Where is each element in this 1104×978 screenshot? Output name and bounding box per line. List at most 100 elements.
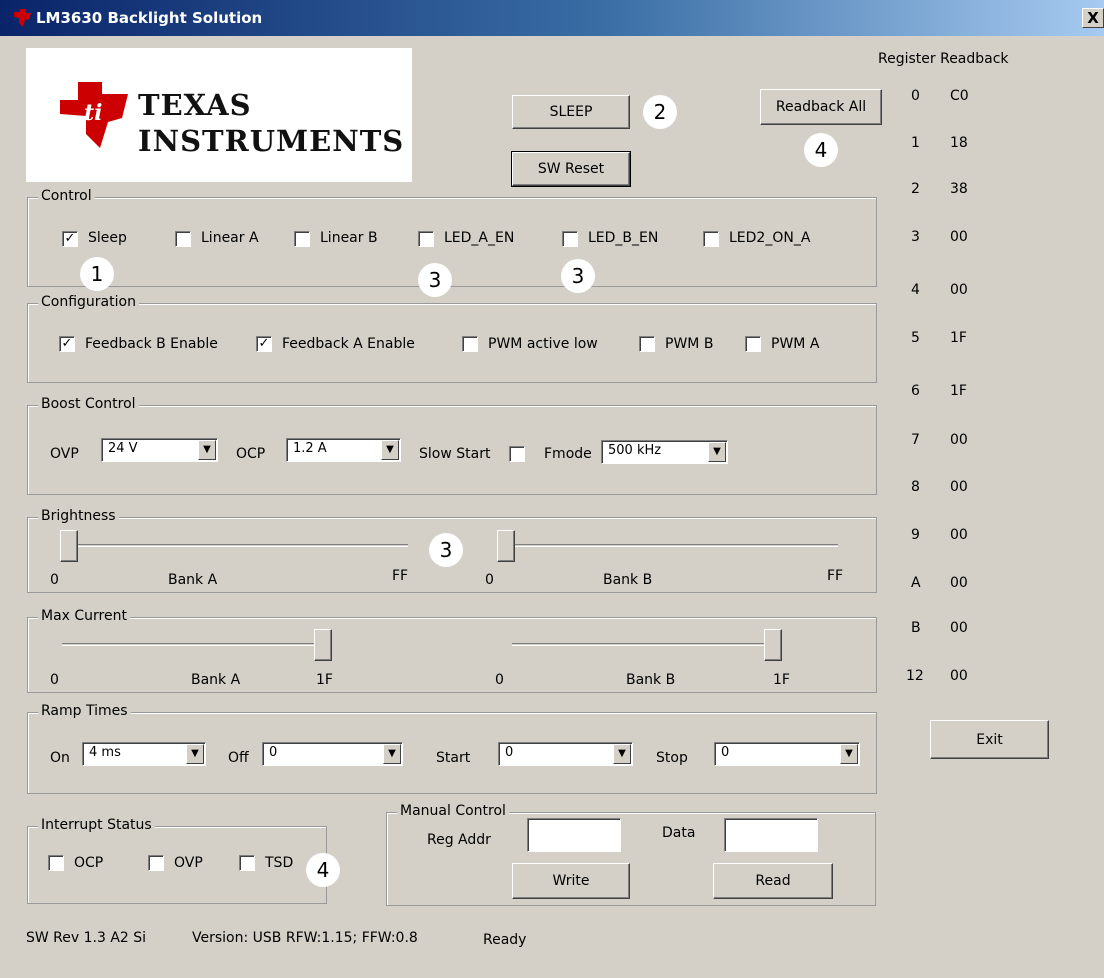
feedback-b-enable-checkbox[interactable]: ✓ xyxy=(59,336,75,352)
register-value: 00 xyxy=(950,479,968,495)
register-addr: 7 xyxy=(911,432,920,448)
register-value: 1F xyxy=(950,383,967,399)
sw-rev-text: SW Rev 1.3 A2 Si xyxy=(26,930,147,946)
brightness-a-max: FF xyxy=(392,568,409,584)
chevron-down-icon[interactable]: ▼ xyxy=(383,744,401,764)
logo-line-2: INSTRUMENTS xyxy=(138,124,405,158)
brightness-a-slider[interactable] xyxy=(60,530,78,562)
tsd-status-checkbox[interactable] xyxy=(239,855,255,871)
feedback-b-enable-label: Feedback B Enable xyxy=(85,336,218,352)
max-current-b-min: 0 xyxy=(495,672,504,688)
close-button[interactable]: X xyxy=(1082,8,1104,28)
ocp-status-label: OCP xyxy=(74,855,104,871)
led2-on-a-checkbox[interactable] xyxy=(703,231,719,247)
register-value: 1F xyxy=(950,330,967,346)
reg-addr-input[interactable] xyxy=(527,818,621,852)
callout-3-led-a: 3 xyxy=(418,263,452,297)
callout-2: 2 xyxy=(643,95,677,129)
callout-3-brightness: 3 xyxy=(429,533,463,567)
sleep-button[interactable]: SLEEP xyxy=(512,95,630,129)
max-current-b-track xyxy=(512,643,782,646)
led-b-en-label: LED_B_EN xyxy=(588,230,659,246)
linear-a-label: Linear A xyxy=(201,230,259,246)
chevron-down-icon[interactable]: ▼ xyxy=(381,440,399,460)
brightness-b-max: FF xyxy=(827,568,844,584)
chevron-down-icon[interactable]: ▼ xyxy=(840,744,858,764)
register-addr: 4 xyxy=(911,282,920,298)
feedback-a-enable-checkbox[interactable]: ✓ xyxy=(256,336,272,352)
register-addr: 9 xyxy=(911,527,920,543)
led-a-en-checkbox[interactable] xyxy=(418,231,434,247)
callout-3-led-b: 3 xyxy=(561,259,595,293)
register-addr: 0 xyxy=(911,88,920,104)
register-addr: 2 xyxy=(911,181,920,197)
write-button[interactable]: Write xyxy=(512,863,630,899)
tsd-status-label: TSD xyxy=(265,855,294,871)
led-b-en-checkbox[interactable] xyxy=(562,231,578,247)
manual-control-group-label: Manual Control xyxy=(397,803,509,819)
callout-4-readback: 4 xyxy=(804,133,838,167)
ovp-status-checkbox[interactable] xyxy=(148,855,164,871)
linear-a-checkbox[interactable] xyxy=(175,231,191,247)
register-readback-header: Register Readback xyxy=(878,51,1009,67)
chevron-down-icon[interactable]: ▼ xyxy=(708,442,726,462)
linear-b-checkbox[interactable] xyxy=(294,231,310,247)
max-current-a-track xyxy=(62,643,332,646)
max-current-group: Max Current xyxy=(27,608,877,693)
register-addr: 6 xyxy=(911,383,920,399)
chevron-down-icon[interactable]: ▼ xyxy=(613,744,631,764)
led2-on-a-label: LED2_ON_A xyxy=(729,230,811,246)
ramp-on-select[interactable]: 4 ms ▼ xyxy=(82,742,206,766)
title-bar: LM3630 Backlight Solution X xyxy=(0,0,1104,36)
register-addr: 3 xyxy=(911,229,920,245)
ramp-on-label: On xyxy=(50,750,70,766)
brightness-a-min: 0 xyxy=(50,572,59,588)
linear-b-label: Linear B xyxy=(320,230,378,246)
fmode-select[interactable]: 500 kHz ▼ xyxy=(601,440,728,464)
configuration-group-label: Configuration xyxy=(38,294,139,310)
slow-start-checkbox[interactable] xyxy=(509,446,525,462)
register-value: 00 xyxy=(950,527,968,543)
fmode-select-value: 500 kHz xyxy=(608,443,662,458)
chevron-down-icon[interactable]: ▼ xyxy=(198,440,216,460)
max-current-b-slider[interactable] xyxy=(764,629,782,661)
ramp-off-label: Off xyxy=(228,750,249,766)
register-addr: 8 xyxy=(911,479,920,495)
read-button[interactable]: Read xyxy=(713,863,833,899)
register-addr: 12 xyxy=(906,668,924,684)
version-text: Version: USB RFW:1.15; FFW:0.8 xyxy=(192,930,418,946)
ramp-off-select[interactable]: 0 ▼ xyxy=(262,742,403,766)
ramp-start-label: Start xyxy=(436,750,471,766)
register-value: 00 xyxy=(950,432,968,448)
slow-start-label: Slow Start xyxy=(419,446,491,462)
max-current-a-slider[interactable] xyxy=(314,629,332,661)
register-value: C0 xyxy=(950,88,969,104)
brightness-b-slider[interactable] xyxy=(497,530,515,562)
sw-reset-button[interactable]: SW Reset xyxy=(511,151,631,187)
ocp-select[interactable]: 1.2 A ▼ xyxy=(286,438,401,462)
chevron-down-icon[interactable]: ▼ xyxy=(186,744,204,764)
register-value: 18 xyxy=(950,135,968,151)
max-current-b-max: 1F xyxy=(773,672,790,688)
max-current-group-label: Max Current xyxy=(38,608,130,624)
sleep-checkbox[interactable]: ✓ xyxy=(62,231,78,247)
pwm-a-label: PWM A xyxy=(771,336,820,352)
ramp-start-select[interactable]: 0 ▼ xyxy=(498,742,633,766)
pwm-b-checkbox[interactable] xyxy=(639,336,655,352)
interrupt-status-group-label: Interrupt Status xyxy=(38,817,155,833)
data-input[interactable] xyxy=(724,818,818,852)
boost-control-group-label: Boost Control xyxy=(38,396,139,412)
ramp-stop-select[interactable]: 0 ▼ xyxy=(714,742,860,766)
brightness-b-min: 0 xyxy=(485,572,494,588)
max-current-b-label: Bank B xyxy=(626,672,676,688)
pwm-active-low-checkbox[interactable] xyxy=(462,336,478,352)
pwm-a-checkbox[interactable] xyxy=(745,336,761,352)
ocp-status-checkbox[interactable] xyxy=(48,855,64,871)
brightness-b-label: Bank B xyxy=(603,572,653,588)
exit-button[interactable]: Exit xyxy=(930,720,1049,759)
readback-all-button[interactable]: Readback All xyxy=(760,89,882,125)
pwm-active-low-label: PWM active low xyxy=(488,336,598,352)
svg-text:ti: ti xyxy=(84,100,103,126)
ovp-select[interactable]: 24 V ▼ xyxy=(101,438,218,462)
window-title: LM3630 Backlight Solution xyxy=(36,9,263,27)
